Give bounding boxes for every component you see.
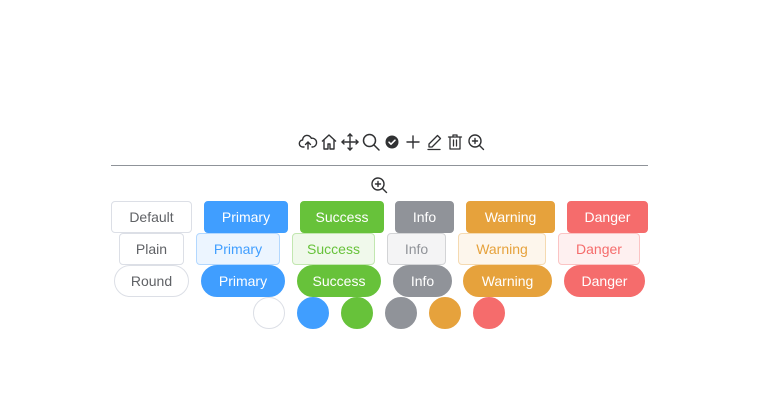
circle-danger-button[interactable] bbox=[473, 297, 505, 329]
default-button[interactable]: Default bbox=[111, 201, 192, 233]
round-warning-button[interactable]: Warning bbox=[463, 265, 552, 297]
plus-icon[interactable] bbox=[403, 132, 423, 152]
round-success-button[interactable]: Success bbox=[297, 265, 381, 297]
plain-primary-button[interactable]: Primary bbox=[196, 233, 280, 265]
circle-info-button[interactable] bbox=[385, 297, 417, 329]
success-button[interactable]: Success bbox=[300, 201, 384, 233]
plain-danger-button[interactable]: Danger bbox=[558, 233, 640, 265]
warning-button[interactable]: Warning bbox=[466, 201, 555, 233]
circle-warning-button[interactable] bbox=[429, 297, 461, 329]
plain-info-button[interactable]: Info bbox=[387, 233, 446, 265]
circle-default-button[interactable] bbox=[253, 297, 285, 329]
plain-success-button[interactable]: Success bbox=[292, 233, 375, 265]
primary-button[interactable]: Primary bbox=[204, 201, 288, 233]
delete-icon[interactable] bbox=[445, 132, 465, 152]
home-icon[interactable] bbox=[319, 132, 339, 152]
round-danger-button[interactable]: Danger bbox=[564, 265, 645, 297]
move-arrows-icon[interactable] bbox=[340, 132, 360, 152]
info-button[interactable]: Info bbox=[395, 201, 454, 233]
icon-row bbox=[298, 131, 486, 153]
plain-warning-button[interactable]: Warning bbox=[458, 233, 546, 265]
round-primary-button[interactable]: Primary bbox=[201, 265, 285, 297]
round-button[interactable]: Round bbox=[114, 265, 189, 297]
danger-button[interactable]: Danger bbox=[567, 201, 648, 233]
circle-primary-button[interactable] bbox=[297, 297, 329, 329]
round-info-button[interactable]: Info bbox=[393, 265, 452, 297]
circle-success-button[interactable] bbox=[341, 297, 373, 329]
plain-button[interactable]: Plain bbox=[119, 233, 184, 265]
divider bbox=[111, 165, 648, 166]
edit-icon[interactable] bbox=[424, 132, 444, 152]
zoom-in-icon[interactable] bbox=[369, 175, 389, 195]
upload-cloud-icon[interactable] bbox=[298, 132, 318, 152]
search-icon[interactable] bbox=[361, 132, 381, 152]
circle-check-icon[interactable] bbox=[382, 132, 402, 152]
zoom-in-icon[interactable] bbox=[466, 132, 486, 152]
